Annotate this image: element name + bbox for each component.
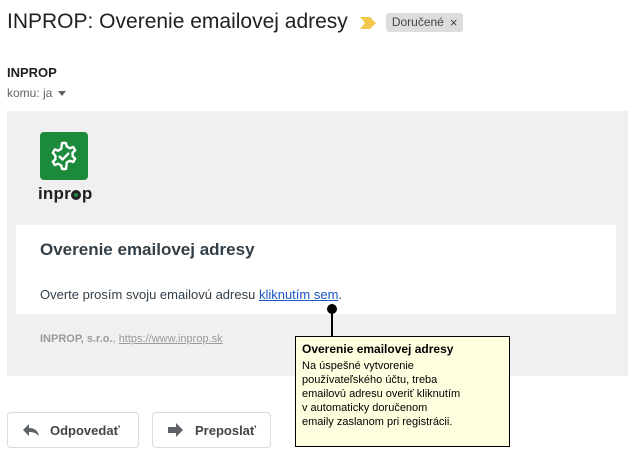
forward-arrow-icon bbox=[168, 423, 183, 437]
email-subject: INPROP: Overenie emailovej adresy bbox=[7, 10, 348, 33]
inprop-logo-wordmark: inpr p bbox=[38, 184, 93, 203]
inprop-logo-icon bbox=[40, 132, 88, 180]
recipient-text: komu: ja bbox=[7, 86, 53, 100]
card-title: Overenie emailovej adresy bbox=[40, 240, 255, 259]
forward-button[interactable]: Preposlať bbox=[152, 412, 271, 448]
callout-title: Overenie emailovej adresy bbox=[302, 342, 454, 356]
recipient-details[interactable]: komu: ja bbox=[7, 86, 67, 100]
chevron-down-icon[interactable] bbox=[58, 90, 67, 96]
sender-name: INPROP bbox=[7, 65, 57, 80]
reply-label: Odpovedať bbox=[50, 422, 120, 438]
annotation-callout: Overenie emailovej adresy Na úspešné vyt… bbox=[295, 336, 510, 447]
callout-body: Na úspešné vytvorenie používateľského úč… bbox=[302, 360, 461, 428]
card-message: Overte prosím svoju emailovú adresu klik… bbox=[40, 287, 343, 302]
footer-website-link[interactable]: https://www.inprop.sk bbox=[119, 333, 223, 345]
email-footer: INPROP, s.r.o., https://www.inprop.sk bbox=[40, 333, 223, 345]
forward-label: Preposlať bbox=[195, 422, 257, 438]
importance-marker-icon[interactable] bbox=[359, 16, 376, 29]
reply-button[interactable]: Odpovedať bbox=[7, 412, 139, 448]
email-header: INPROP: Overenie emailovej adresy Doruče… bbox=[7, 8, 464, 36]
remove-label-icon[interactable]: × bbox=[450, 16, 458, 29]
callout-pointer-dot bbox=[327, 304, 337, 314]
inbox-label-text: Doručené bbox=[391, 15, 444, 29]
inbox-label-chip: Doručené × bbox=[385, 12, 464, 32]
verify-link[interactable]: kliknutím sem bbox=[259, 287, 338, 302]
reply-arrow-icon bbox=[23, 424, 39, 436]
verification-card: Overenie emailovej adresy Overte prosím … bbox=[16, 225, 616, 314]
footer-company: INPROP, s.r.o. bbox=[40, 333, 113, 345]
